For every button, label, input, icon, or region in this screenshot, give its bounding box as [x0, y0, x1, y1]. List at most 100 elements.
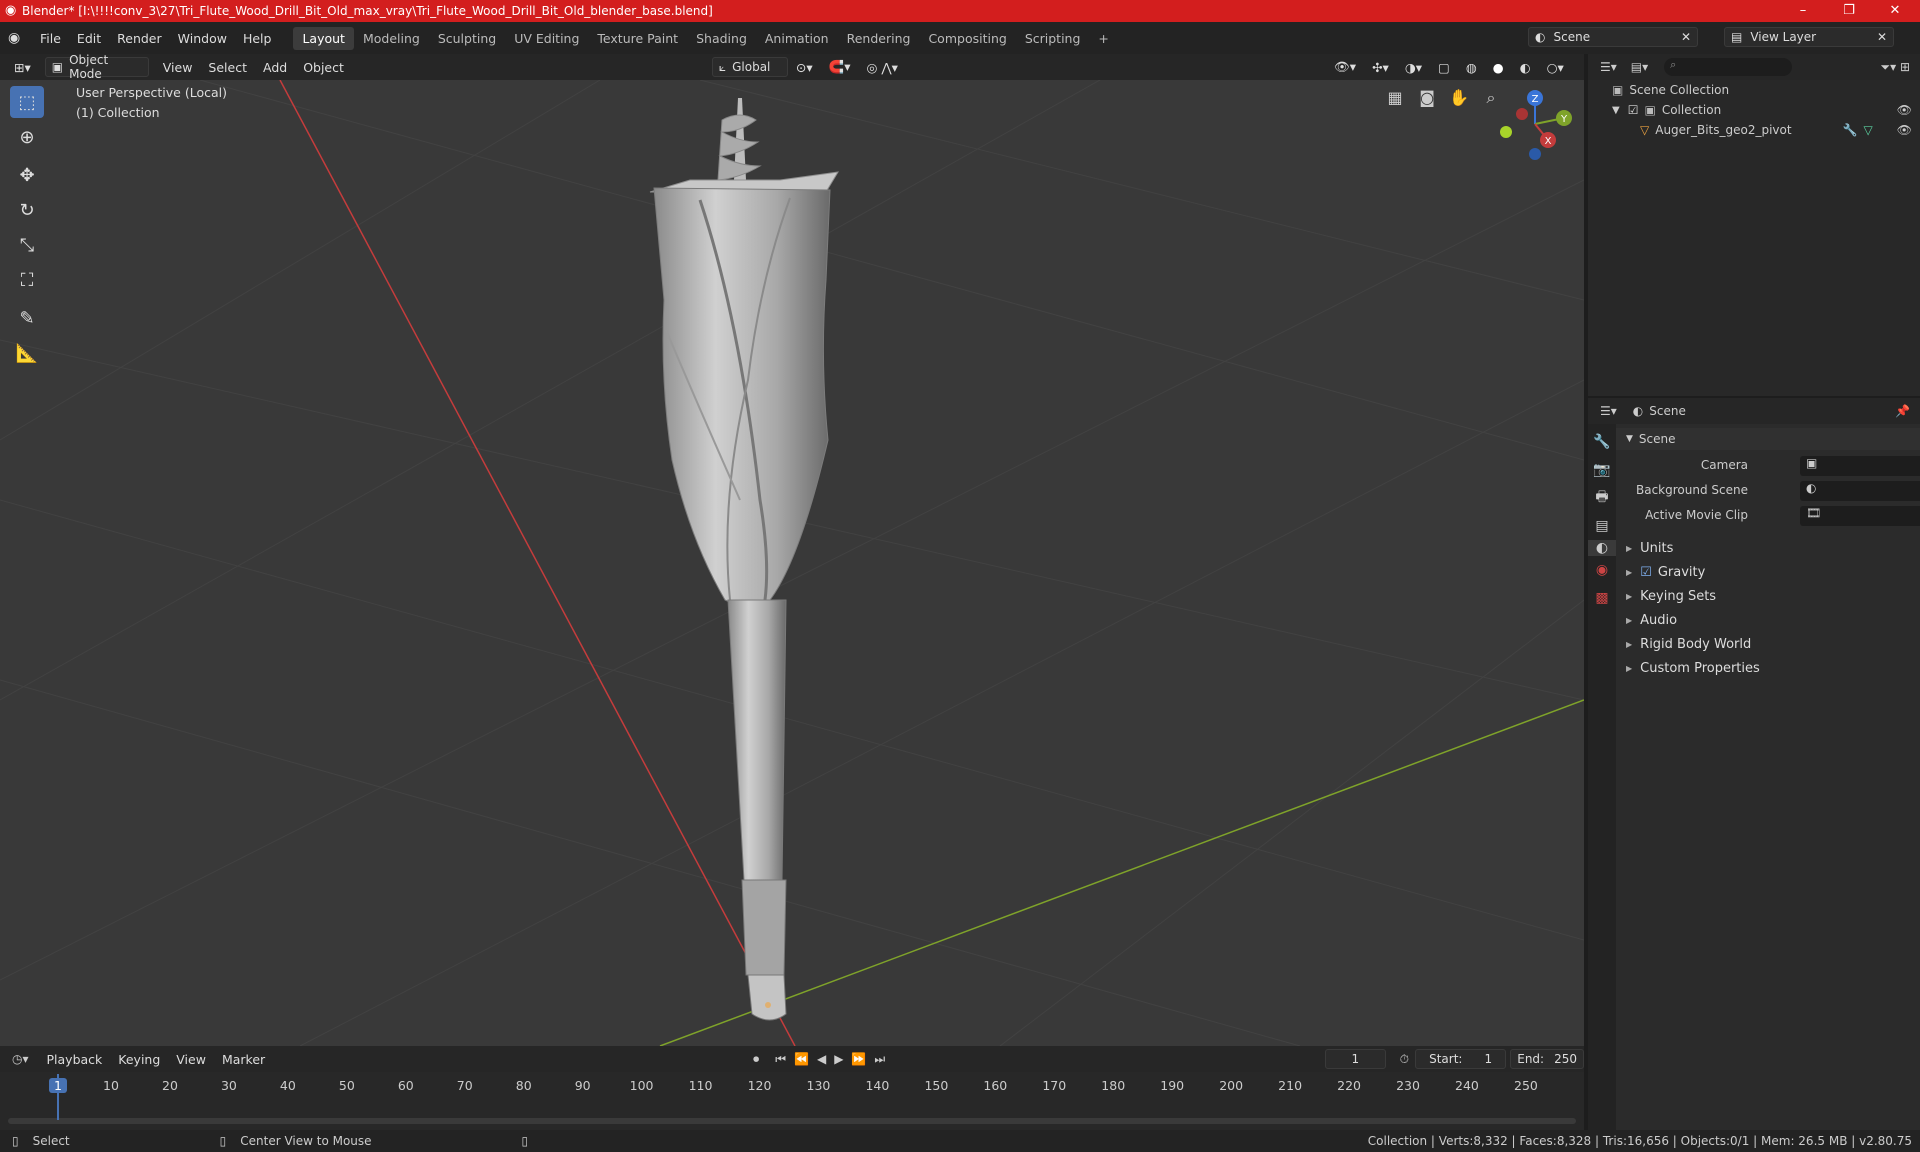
scene-selector[interactable]: ◐ Scene ✕ — [1528, 27, 1698, 47]
maximize-button[interactable]: ❐ — [1826, 0, 1872, 22]
workspace-tab-compositing[interactable]: Compositing — [919, 27, 1015, 50]
preview-range-icon[interactable]: ⏱ — [1400, 1052, 1409, 1067]
expand-icon[interactable]: ▼ — [1612, 105, 1620, 116]
subpanel-custom-properties[interactable]: ▶ Custom Properties — [1616, 656, 1920, 680]
shading-rendered-icon[interactable]: ○▾ — [1539, 58, 1572, 77]
eye-icon[interactable]: 👁 — [1897, 123, 1912, 137]
3d-viewport[interactable]: User Perspective (Local) (1) Collection … — [0, 80, 1584, 1046]
proportional-edit-icon[interactable]: ◎ ⋀▾ — [859, 58, 906, 77]
workspace-tab-animation[interactable]: Animation — [756, 27, 838, 50]
display-mode-icon[interactable]: ▤▾ — [1631, 60, 1648, 74]
jump-start-icon[interactable]: ⏮ — [775, 1052, 786, 1067]
menu-edit[interactable]: Edit — [69, 31, 109, 46]
start-frame-field[interactable]: Start: 1 — [1414, 1049, 1507, 1069]
render-tab-icon[interactable]: 📷 — [1588, 462, 1616, 478]
subpanel-gravity[interactable]: ▶ ☑ Gravity — [1616, 560, 1920, 584]
view-menu[interactable]: View — [168, 1050, 214, 1069]
mesh-data-icon[interactable]: ▽ — [1864, 123, 1873, 137]
record-icon[interactable]: ⏺ — [753, 1052, 759, 1067]
grid-toggle-icon[interactable]: ▦ — [1382, 88, 1408, 108]
outliner-scene-collection[interactable]: ▣ Scene Collection — [1612, 80, 1729, 100]
subpanel-keying-sets[interactable]: ▶ Keying Sets — [1616, 584, 1920, 608]
close-icon[interactable]: ✕ — [1877, 30, 1887, 44]
editor-type-icon[interactable]: ☰▾ — [1600, 404, 1617, 418]
move-tool-icon[interactable]: ✥ — [10, 159, 44, 191]
current-frame-field[interactable]: 1 — [1325, 1049, 1386, 1069]
editor-type-icon[interactable]: ◷▾ — [12, 1052, 29, 1066]
gizmo-neg-z-icon[interactable] — [1529, 148, 1541, 160]
workspace-tab-scripting[interactable]: Scripting — [1016, 27, 1090, 50]
transform-tool-icon[interactable]: ⛶ — [10, 264, 44, 296]
orientation-dropdown[interactable]: ⟀ Global — [711, 57, 788, 77]
gizmo-toggle-icon[interactable]: ✣▾ — [1364, 58, 1397, 77]
close-icon[interactable]: ✕ — [1681, 30, 1691, 44]
background-scene-field[interactable]: ◐ — [1800, 481, 1920, 501]
active-movie-clip-field[interactable]: 🎞 — [1800, 506, 1920, 526]
playback-menu[interactable]: Playback — [39, 1050, 111, 1069]
scale-tool-icon[interactable]: ⤡ — [10, 229, 44, 261]
shading-wireframe-icon[interactable]: ◍ — [1458, 58, 1485, 77]
editor-type-icon[interactable]: ☰▾ — [1600, 60, 1617, 74]
workspace-tab-sculpting[interactable]: Sculpting — [429, 27, 505, 50]
outliner-object-row[interactable]: ▽ Auger_Bits_geo2_pivot 🔧 ▽ 👁 — [1640, 120, 1912, 140]
workspace-tab-modeling[interactable]: Modeling — [354, 27, 429, 50]
view-menu[interactable]: View — [155, 58, 201, 77]
workspace-tab-shading[interactable]: Shading — [687, 27, 756, 50]
menu-window[interactable]: Window — [170, 31, 235, 46]
end-frame-field[interactable]: End: 250 — [1510, 1049, 1584, 1069]
editor-type-icon[interactable]: ⊞▾ — [6, 58, 39, 77]
measure-tool-icon[interactable]: 📐 — [10, 337, 44, 369]
world-tab-icon[interactable]: ◉ — [1588, 562, 1616, 578]
pan-hand-icon[interactable]: ✋ — [1446, 88, 1472, 108]
close-button[interactable]: ✕ — [1872, 0, 1918, 22]
blender-menu-icon[interactable]: ◉ — [8, 30, 20, 46]
minimize-button[interactable]: – — [1780, 0, 1826, 22]
camera-view-icon[interactable]: ◙ — [1414, 88, 1440, 108]
output-tab-icon[interactable]: 🖶 — [1588, 486, 1616, 510]
pin-icon[interactable]: 📌 — [1895, 404, 1910, 418]
view-layer-tab-icon[interactable]: ▤ — [1588, 518, 1616, 534]
checkbox-icon[interactable]: ☑ — [1628, 103, 1639, 117]
subpanel-rigid-body-world[interactable]: ▶ Rigid Body World — [1616, 632, 1920, 656]
shading-material-icon[interactable]: ◐ — [1512, 58, 1539, 77]
modifier-icon[interactable]: 🔧 — [1843, 123, 1858, 137]
jump-end-icon[interactable]: ⏭ — [874, 1052, 885, 1067]
xray-icon[interactable]: ▢ — [1430, 58, 1458, 77]
view-layer-selector[interactable]: ▤ View Layer ✕ — [1724, 27, 1894, 47]
workspace-tab-uv-editing[interactable]: UV Editing — [505, 27, 588, 50]
menu-render[interactable]: Render — [109, 31, 170, 46]
overlay-toggle-icon[interactable]: ◑▾ — [1397, 58, 1430, 77]
subpanel-audio[interactable]: ▶ Audio — [1616, 608, 1920, 632]
snap-icon[interactable]: 🧲▾ — [821, 57, 859, 77]
timeline-scrollbar[interactable] — [8, 1118, 1576, 1124]
scene-panel-header[interactable]: ▼ Scene — [1616, 428, 1920, 450]
workspace-tab-rendering[interactable]: Rendering — [838, 27, 920, 50]
subpanel-units[interactable]: ▶ Units — [1616, 536, 1920, 560]
keying-menu[interactable]: Keying — [110, 1050, 168, 1069]
filter-icon[interactable]: ⏷▾ ⊞ — [1881, 60, 1911, 75]
menu-file[interactable]: File — [32, 31, 69, 46]
play-icon[interactable]: ▶ — [834, 1052, 843, 1066]
gizmo-neg-y-icon[interactable] — [1500, 126, 1512, 138]
menu-help[interactable]: Help — [235, 31, 280, 46]
workspace-tab-layout[interactable]: Layout — [293, 26, 354, 50]
outliner-collection-row[interactable]: ▼ ☑ ▣ Collection 👁 — [1612, 100, 1912, 120]
shading-solid-icon[interactable]: ● — [1485, 58, 1512, 77]
visibility-icon[interactable]: 👁▾ — [1326, 57, 1364, 77]
prev-keyframe-icon[interactable]: ⏪ — [794, 1052, 809, 1066]
select-box-tool-icon[interactable]: ⬚ — [10, 86, 44, 118]
cursor-tool-icon[interactable]: ⊕ — [10, 121, 44, 153]
gravity-checkbox[interactable]: ☑ — [1640, 565, 1652, 580]
object-menu[interactable]: Object — [295, 58, 352, 77]
camera-field[interactable]: ▣✎ — [1800, 456, 1920, 476]
scene-tab-icon[interactable]: ◐ — [1588, 540, 1616, 556]
orientation-gizmo[interactable]: Z Y X — [1490, 84, 1580, 164]
drill-bit-model[interactable] — [649, 98, 839, 1021]
mode-dropdown[interactable]: ▣ Object Mode — [44, 53, 149, 81]
gizmo-neg-x-icon[interactable] — [1516, 108, 1528, 120]
eye-icon[interactable]: 👁 — [1897, 103, 1912, 117]
add-menu[interactable]: Add — [255, 58, 295, 77]
play-reverse-icon[interactable]: ◀ — [817, 1052, 826, 1066]
marker-menu[interactable]: Marker — [214, 1050, 273, 1069]
outliner-search-input[interactable]: ⌕ — [1664, 58, 1793, 76]
